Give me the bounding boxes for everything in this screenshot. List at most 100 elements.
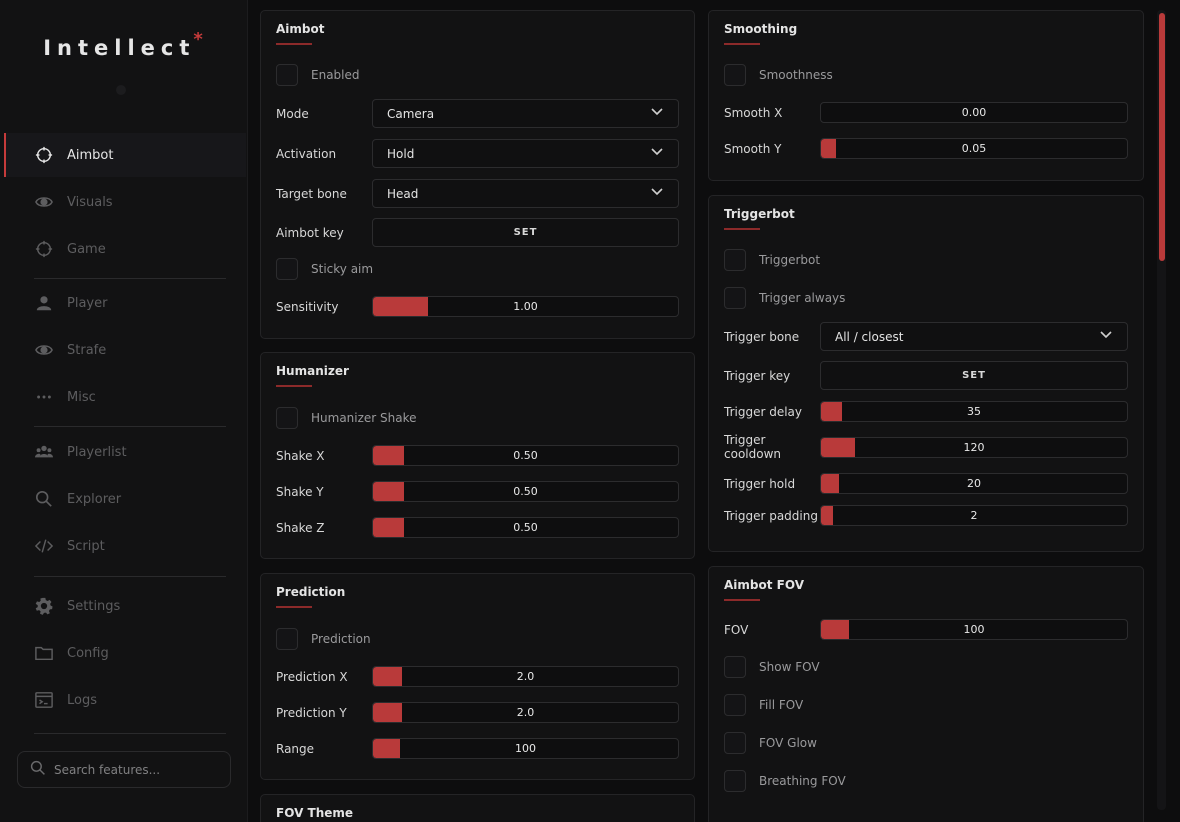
- trigger-delay-slider[interactable]: 35: [820, 401, 1128, 422]
- crosshair-icon: [34, 145, 54, 165]
- sidebar-item-playerlist[interactable]: Playerlist: [4, 430, 246, 474]
- prediction-checkbox[interactable]: [276, 628, 298, 650]
- search-input[interactable]: [54, 762, 214, 777]
- panel-title: Smoothing: [724, 22, 798, 36]
- target-bone-dropdown[interactable]: Head: [372, 179, 679, 208]
- sidebar-divider: [34, 733, 226, 734]
- smooth-x-row: Smooth X 0.00: [724, 102, 1128, 123]
- triggerbot-toggle-row: Triggerbot: [724, 249, 1128, 271]
- user-icon: [34, 293, 54, 313]
- prediction-y-row: Prediction Y 2.0: [276, 702, 679, 723]
- logo-ornament: [116, 85, 126, 95]
- enabled-row: Enabled: [276, 64, 679, 86]
- sidebar-item-strafe[interactable]: Strafe: [4, 328, 246, 372]
- trigger-hold-row: Trigger hold 20: [724, 473, 1128, 494]
- chevron-down-icon: [1099, 328, 1113, 345]
- sidebar-item-config[interactable]: Config: [4, 631, 246, 675]
- slider-value: 0.50: [513, 521, 538, 534]
- title-underline: [276, 385, 312, 387]
- trigger-cooldown-slider[interactable]: 120: [820, 436, 1128, 458]
- sidebar-item-game[interactable]: Game: [4, 227, 246, 271]
- fov-label: FOV: [724, 622, 749, 637]
- shake-x-slider[interactable]: 0.50: [372, 445, 679, 466]
- eye-icon: [34, 340, 54, 360]
- enabled-label: Enabled: [311, 68, 360, 82]
- sidebar-item-label: Explorer: [67, 491, 122, 507]
- terminal-icon: [34, 690, 54, 710]
- humanizer-shake-checkbox[interactable]: [276, 407, 298, 429]
- sidebar-item-player[interactable]: Player: [4, 281, 246, 325]
- sidebar-item-label: Game: [67, 241, 106, 257]
- sticky-aim-checkbox[interactable]: [276, 258, 298, 280]
- trigger-always-checkbox[interactable]: [724, 287, 746, 309]
- shake-y-row: Shake Y 0.50: [276, 481, 679, 502]
- fov-glow-checkbox[interactable]: [724, 732, 746, 754]
- users-icon: [34, 442, 54, 462]
- trigger-always-label: Trigger always: [759, 291, 846, 305]
- shake-z-row: Shake Z 0.50: [276, 517, 679, 538]
- sidebar-item-logs[interactable]: Logs: [4, 678, 246, 722]
- humanizer-shake-row: Humanizer Shake: [276, 407, 679, 429]
- breathing-fov-checkbox[interactable]: [724, 770, 746, 792]
- shake-y-label: Shake Y: [276, 484, 324, 499]
- slider-value: 2: [970, 509, 978, 522]
- sidebar-item-aimbot[interactable]: Aimbot: [4, 133, 246, 177]
- chevron-down-icon: [650, 145, 664, 162]
- slider-value: 0.00: [961, 106, 987, 119]
- trigger-hold-slider[interactable]: 20: [820, 473, 1128, 494]
- show-fov-checkbox[interactable]: [724, 656, 746, 678]
- trigger-delay-label: Trigger delay: [724, 404, 802, 419]
- fill-fov-checkbox[interactable]: [724, 694, 746, 716]
- aimbot-panel: Aimbot Enabled Mode Camera Activation Ho…: [260, 10, 695, 339]
- slider-value: 0.50: [513, 485, 538, 498]
- title-underline: [724, 228, 760, 230]
- sidebar-item-script[interactable]: Script: [4, 524, 246, 568]
- prediction-y-slider[interactable]: 2.0: [372, 702, 679, 723]
- sidebar-item-label: Playerlist: [67, 444, 127, 460]
- activation-label: Activation: [276, 146, 337, 161]
- target-bone-value: Head: [387, 186, 419, 201]
- shake-y-slider[interactable]: 0.50: [372, 481, 679, 502]
- fov-glow-row: FOV Glow: [724, 732, 1128, 754]
- trigger-bone-dropdown[interactable]: All / closest: [820, 322, 1128, 351]
- range-slider[interactable]: 100: [372, 738, 679, 759]
- shake-x-label: Shake X: [276, 448, 325, 463]
- mode-value: Camera: [387, 106, 435, 121]
- search-box[interactable]: [17, 751, 231, 788]
- shake-z-slider[interactable]: 0.50: [372, 517, 679, 538]
- breathing-fov-label: Breathing FOV: [759, 774, 846, 788]
- sensitivity-slider[interactable]: 1.00: [372, 296, 679, 317]
- sidebar-item-visuals[interactable]: Visuals: [4, 180, 246, 224]
- triggerbot-label: Triggerbot: [759, 253, 821, 267]
- smoothness-row: Smoothness: [724, 64, 1128, 86]
- smooth-x-slider[interactable]: 0.00: [820, 102, 1128, 123]
- smoothness-checkbox[interactable]: [724, 64, 746, 86]
- prediction-panel: Prediction Prediction Prediction X 2.0 P…: [260, 573, 695, 780]
- prediction-toggle-row: Prediction: [276, 628, 679, 650]
- scrollbar-thumb[interactable]: [1159, 13, 1165, 261]
- sidebar-item-label: Player: [67, 295, 108, 311]
- smooth-y-label: Smooth Y: [724, 141, 782, 156]
- prediction-x-slider[interactable]: 2.0: [372, 666, 679, 687]
- slider-value: 35: [967, 405, 981, 418]
- trigger-padding-slider[interactable]: 2: [820, 505, 1128, 526]
- trigger-padding-label: Trigger padding: [724, 508, 818, 523]
- prediction-x-row: Prediction X 2.0: [276, 666, 679, 687]
- mode-dropdown[interactable]: Camera: [372, 99, 679, 128]
- enabled-checkbox[interactable]: [276, 64, 298, 86]
- trigger-key-label: Trigger key: [724, 368, 791, 383]
- sidebar-item-explorer[interactable]: Explorer: [4, 477, 246, 521]
- smooth-y-slider[interactable]: 0.05: [820, 138, 1128, 159]
- show-fov-label: Show FOV: [759, 660, 820, 674]
- triggerbot-checkbox[interactable]: [724, 249, 746, 271]
- sidebar-item-settings[interactable]: Settings: [4, 584, 246, 628]
- activation-dropdown[interactable]: Hold: [372, 139, 679, 168]
- fov-slider[interactable]: 100: [820, 619, 1128, 640]
- aimbot-key-button[interactable]: SET: [372, 218, 679, 247]
- slider-value: 100: [963, 623, 985, 636]
- panel-title: Triggerbot: [724, 207, 795, 221]
- prediction-y-label: Prediction Y: [276, 705, 347, 720]
- chevron-down-icon: [650, 185, 664, 202]
- trigger-key-button[interactable]: SET: [820, 361, 1128, 390]
- sidebar-item-misc[interactable]: Misc: [4, 375, 246, 419]
